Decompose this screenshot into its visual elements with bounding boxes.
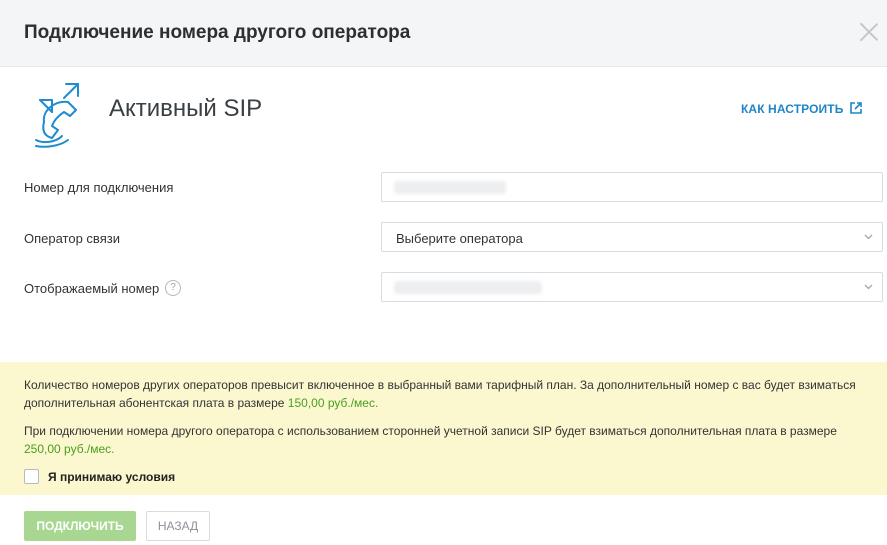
help-icon[interactable]: ?	[165, 280, 181, 296]
price-2: 250,00 руб./мес.	[24, 442, 115, 456]
external-link-icon[interactable]	[849, 101, 863, 115]
operator-label: Оператор связи	[24, 231, 120, 246]
notice-text-1: Количество номеров других операторов пре…	[24, 376, 874, 412]
back-button[interactable]: назад	[146, 511, 210, 541]
notice-text-2: При подключении номера другого оператора…	[24, 422, 874, 458]
howto-link[interactable]: КАК НАСТРОИТЬ	[741, 102, 843, 116]
close-icon[interactable]	[857, 20, 881, 44]
agree-label: Я принимаю условия	[48, 469, 176, 484]
chevron-down-icon	[864, 284, 873, 290]
agree-checkbox-row[interactable]: Я принимаю условия	[24, 469, 175, 484]
dialog-title: Подключение номера другого оператора	[24, 22, 411, 43]
redacted-value	[394, 181, 506, 194]
dialog-header: Подключение номера другого оператора	[0, 0, 887, 67]
redacted-value	[394, 281, 542, 294]
display-number-label: Отображаемый номер	[24, 281, 160, 296]
price-1: 150,00 руб./мес.	[287, 396, 379, 410]
tariff-notice: Количество номеров других операторов пре…	[0, 362, 887, 495]
phone-number-label: Номер для подключения	[24, 180, 174, 195]
display-number-select[interactable]	[381, 272, 883, 302]
service-name: Активный SIP	[109, 95, 263, 122]
operator-select-value: Выберите оператора	[396, 231, 523, 246]
connect-button[interactable]: подключить	[24, 511, 136, 541]
operator-select[interactable]: Выберите оператора	[381, 222, 883, 252]
phone-number-input[interactable]	[381, 172, 883, 202]
sip-phone-icon	[35, 83, 79, 148]
chevron-down-icon	[864, 234, 873, 240]
notice-body-2: При подключении номера другого оператора…	[24, 424, 837, 438]
notice-body-1: Количество номеров других операторов пре…	[24, 378, 856, 410]
connect-number-dialog: Подключение номера другого оператора Акт…	[0, 0, 887, 545]
agree-checkbox[interactable]	[24, 469, 39, 484]
dialog-footer: подключить назад	[0, 495, 887, 545]
